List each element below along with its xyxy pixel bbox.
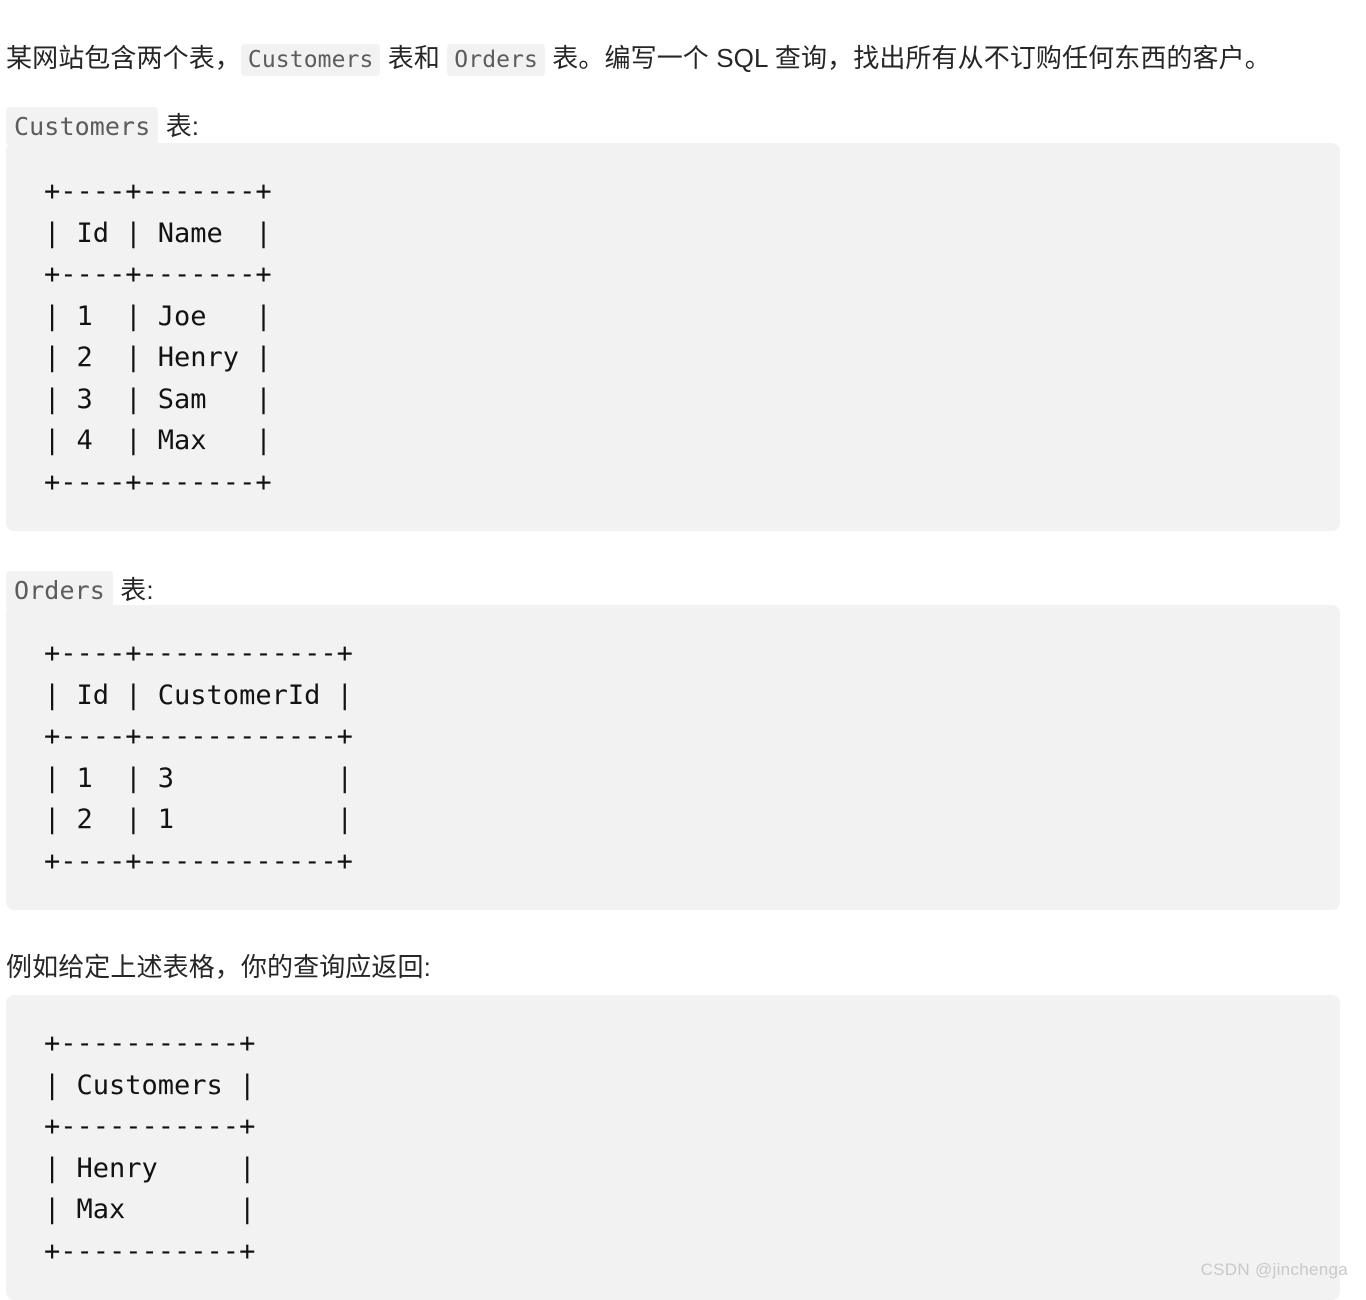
code-block-customers-table: +----+-------+ | Id | Name | +----+-----… — [6, 143, 1340, 531]
intro-paragraph: 某网站包含两个表， Customers 表和 Orders 表。编写一个 SQL … — [6, 40, 1271, 78]
customers-table-label: Customers 表: — [6, 107, 200, 146]
code-block-orders-table: +----+------------+ | Id | CustomerId | … — [6, 605, 1340, 910]
csdn-watermark: CSDN @jinchenga — [1200, 1260, 1348, 1279]
result-table-ascii: +-----------+ | Customers | +-----------… — [44, 1028, 256, 1267]
customers-label-suffix: 表: — [158, 111, 200, 141]
orders-label-suffix: 表: — [112, 575, 154, 605]
intro-text-after: 表。编写一个 SQL 查询，找出所有从不订购任何东西的客户。 — [544, 43, 1271, 73]
intro-text-before: 某网站包含两个表， — [6, 43, 241, 73]
inline-code-customers-label: Customers — [6, 107, 159, 146]
inline-code-orders: Orders — [447, 44, 545, 76]
inline-code-customers: Customers — [240, 44, 381, 76]
intro-text-between: 表和 — [380, 43, 448, 73]
example-paragraph: 例如给定上述表格，你的查询应返回: — [6, 952, 431, 982]
customers-table-ascii: +----+-------+ | Id | Name | +----+-----… — [44, 176, 272, 498]
document-page: 某网站包含两个表， Customers 表和 Orders 表。编写一个 SQL … — [0, 0, 1366, 1300]
code-block-result-table: +-----------+ | Customers | +-----------… — [6, 995, 1340, 1300]
orders-table-ascii: +----+------------+ | Id | CustomerId | … — [44, 638, 353, 877]
